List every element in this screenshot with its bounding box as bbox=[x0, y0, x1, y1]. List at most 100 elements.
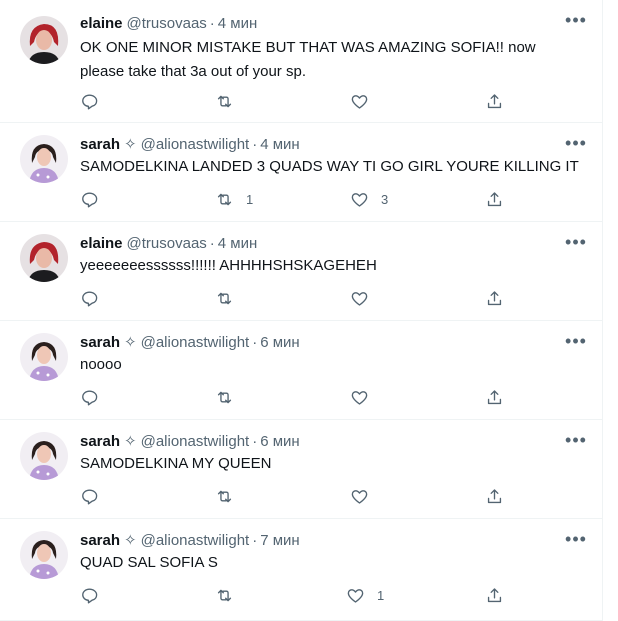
tweet-header: sarah ✧ @alionastwilight · 6 мин bbox=[80, 432, 300, 452]
reply-icon bbox=[80, 487, 99, 506]
separator: · bbox=[252, 532, 258, 549]
reply-icon bbox=[80, 190, 99, 209]
tweet[interactable]: sarah ✧ @alionastwilight · 7 мин ••• QUAD SA… bbox=[0, 519, 602, 621]
reply-icon bbox=[80, 289, 99, 308]
reply-button[interactable] bbox=[80, 90, 99, 112]
tweet[interactable]: elaine @trusovaas · 4 мин ••• yeeeeeeesssss… bbox=[0, 222, 602, 321]
share-icon bbox=[485, 388, 504, 407]
avatar[interactable] bbox=[20, 333, 68, 381]
like-button[interactable]: 1 bbox=[346, 584, 384, 606]
share-button[interactable] bbox=[485, 188, 504, 210]
user-handle[interactable]: @alionastwilight bbox=[141, 433, 250, 450]
avatar[interactable] bbox=[20, 432, 68, 480]
like-count: 3 bbox=[381, 191, 389, 207]
retweet-count: 1 bbox=[246, 191, 254, 207]
timestamp[interactable]: 4 мин bbox=[260, 136, 300, 153]
share-button[interactable] bbox=[485, 90, 504, 112]
share-icon bbox=[485, 92, 504, 111]
retweet-icon bbox=[215, 289, 234, 308]
tweet[interactable]: elaine @trusovaas · 4 мин ••• OK ONE MINOR … bbox=[0, 0, 602, 123]
retweet-button[interactable] bbox=[215, 90, 246, 112]
share-button[interactable] bbox=[485, 386, 504, 408]
more-icon[interactable]: ••• bbox=[562, 232, 590, 256]
tweet[interactable]: sarah ✧ @alionastwilight · 4 мин ••• SAMODEL… bbox=[0, 123, 602, 222]
more-icon[interactable]: ••• bbox=[562, 529, 590, 553]
user-handle[interactable]: @trusovaas bbox=[127, 235, 207, 252]
display-name[interactable]: sarah bbox=[80, 532, 120, 549]
tweet-header: sarah ✧ @alionastwilight · 7 мин bbox=[80, 531, 300, 551]
reply-icon bbox=[80, 92, 99, 111]
separator: · bbox=[252, 433, 258, 450]
timestamp[interactable]: 4 мин bbox=[218, 235, 258, 252]
tweet-header: sarah ✧ @alionastwilight · 4 мин bbox=[80, 135, 300, 155]
user-handle[interactable]: @alionastwilight bbox=[141, 532, 250, 549]
tweet[interactable]: sarah ✧ @alionastwilight · 6 мин ••• SAMODEL… bbox=[0, 420, 602, 519]
avatar[interactable] bbox=[20, 16, 68, 64]
retweet-button[interactable] bbox=[215, 485, 246, 507]
share-icon bbox=[485, 487, 504, 506]
timestamp[interactable]: 6 мин bbox=[260, 433, 300, 450]
like-button[interactable] bbox=[350, 485, 381, 507]
tweet-text: noooo bbox=[80, 356, 122, 373]
sparkle-badge: ✧ bbox=[124, 334, 137, 351]
tweet-text: SAMODELKINA MY QUEEN bbox=[80, 455, 272, 472]
retweet-icon bbox=[215, 487, 234, 506]
reply-button[interactable] bbox=[80, 584, 99, 606]
separator: · bbox=[209, 15, 215, 32]
retweet-button[interactable] bbox=[215, 584, 246, 606]
avatar[interactable] bbox=[20, 531, 68, 579]
retweet-icon bbox=[215, 388, 234, 407]
tweet-text: OK ONE MINOR MISTAKE BUT THAT WAS AMAZIN… bbox=[80, 39, 536, 80]
more-icon[interactable]: ••• bbox=[562, 10, 590, 34]
share-icon bbox=[485, 289, 504, 308]
retweet-button[interactable] bbox=[215, 386, 246, 408]
avatar[interactable] bbox=[20, 135, 68, 183]
heart-icon bbox=[350, 487, 369, 506]
sparkle-badge: ✧ bbox=[124, 532, 137, 549]
reply-button[interactable] bbox=[80, 386, 99, 408]
reply-button[interactable] bbox=[80, 485, 99, 507]
sparkle-badge: ✧ bbox=[124, 136, 137, 153]
display-name[interactable]: sarah bbox=[80, 433, 120, 450]
tweet[interactable]: sarah ✧ @alionastwilight · 6 мин ••• noooo bbox=[0, 321, 602, 420]
avatar[interactable] bbox=[20, 234, 68, 282]
more-icon[interactable]: ••• bbox=[562, 133, 590, 157]
more-icon[interactable]: ••• bbox=[562, 331, 590, 355]
display-name[interactable]: elaine bbox=[80, 235, 123, 252]
user-handle[interactable]: @alionastwilight bbox=[141, 334, 250, 351]
retweet-icon bbox=[215, 586, 234, 605]
timestamp[interactable]: 7 мин bbox=[260, 532, 300, 549]
more-icon[interactable]: ••• bbox=[562, 430, 590, 454]
retweet-button[interactable]: 1 bbox=[215, 188, 253, 210]
separator: · bbox=[209, 235, 215, 252]
user-handle[interactable]: @trusovaas bbox=[127, 15, 207, 32]
timestamp[interactable]: 6 мин bbox=[260, 334, 300, 351]
tweet-header: elaine @trusovaas · 4 мин bbox=[80, 14, 257, 34]
reply-icon bbox=[80, 388, 99, 407]
separator: · bbox=[252, 136, 258, 153]
user-handle[interactable]: @alionastwilight bbox=[141, 136, 250, 153]
timestamp[interactable]: 4 мин bbox=[218, 15, 258, 32]
share-icon bbox=[485, 190, 504, 209]
tweet-text: SAMODELKINA LANDED 3 QUADS WAY TI GO GIR… bbox=[80, 158, 579, 175]
sparkle-badge: ✧ bbox=[124, 433, 137, 450]
like-count: 1 bbox=[377, 587, 385, 603]
share-button[interactable] bbox=[485, 287, 504, 309]
retweet-icon bbox=[215, 92, 234, 111]
share-button[interactable] bbox=[485, 584, 504, 606]
like-button[interactable] bbox=[350, 386, 381, 408]
reply-button[interactable] bbox=[80, 287, 99, 309]
timeline: elaine @trusovaas · 4 мин ••• OK ONE MINOR … bbox=[0, 0, 603, 621]
tweet-text: QUAD SAL SOFIA S bbox=[80, 554, 218, 571]
share-icon bbox=[485, 586, 504, 605]
display-name[interactable]: sarah bbox=[80, 136, 120, 153]
like-button[interactable]: 3 bbox=[350, 188, 388, 210]
display-name[interactable]: elaine bbox=[80, 15, 123, 32]
like-button[interactable] bbox=[350, 287, 381, 309]
reply-button[interactable] bbox=[80, 188, 99, 210]
like-button[interactable] bbox=[350, 90, 381, 112]
display-name[interactable]: sarah bbox=[80, 334, 120, 351]
retweet-button[interactable] bbox=[215, 287, 246, 309]
heart-icon bbox=[350, 190, 369, 209]
share-button[interactable] bbox=[485, 485, 504, 507]
